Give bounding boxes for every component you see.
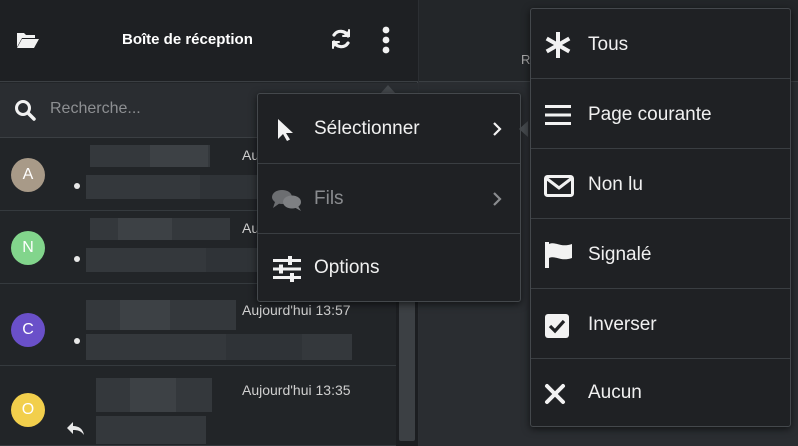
search-icon[interactable] xyxy=(14,99,36,126)
flag-icon xyxy=(544,241,574,274)
unread-indicator xyxy=(74,256,80,262)
redacted-subject xyxy=(86,334,352,360)
submenu-item-current-page[interactable]: Page courante xyxy=(531,79,790,149)
redacted-subject xyxy=(226,334,302,360)
menu-item-options[interactable]: Options xyxy=(258,234,520,302)
message-date: Aujourd'hui 13:57 xyxy=(242,302,351,318)
vertical-dots-icon[interactable] xyxy=(381,26,391,59)
submenu-item-all[interactable]: Tous xyxy=(531,9,790,79)
sliders-icon xyxy=(272,256,302,287)
reply-icon xyxy=(66,420,86,441)
submenu-pointer xyxy=(519,121,528,137)
submenu-item-label: Page courante xyxy=(588,104,712,125)
redacted-subject xyxy=(206,248,262,272)
menu-item-label: Sélectionner xyxy=(314,118,420,139)
submenu-item-flagged[interactable]: Signalé xyxy=(531,219,790,289)
redacted-subject xyxy=(200,175,260,199)
submenu-item-label: Inverser xyxy=(588,314,657,335)
comments-icon xyxy=(271,188,303,217)
list-lines-icon xyxy=(544,104,572,131)
submenu-item-invert[interactable]: Inverser xyxy=(531,289,790,359)
redacted-subject xyxy=(96,416,206,444)
refresh-icon[interactable] xyxy=(329,27,353,56)
redacted-sender xyxy=(118,218,172,240)
redacted-sender xyxy=(120,300,170,330)
checkbox-icon xyxy=(544,313,570,344)
chevron-right-icon xyxy=(492,121,502,142)
sender-avatar: A xyxy=(11,158,45,192)
message-row[interactable]: C Aujourd'hui 13:57 xyxy=(0,294,396,366)
menu-item-label: Options xyxy=(314,257,380,278)
preview-header-label: R xyxy=(521,52,531,67)
folder-open-icon[interactable] xyxy=(16,30,40,55)
submenu-item-label: Non lu xyxy=(588,174,643,195)
submenu-item-label: Tous xyxy=(588,34,629,55)
message-row[interactable]: O Aujourd'hui 13:35 xyxy=(0,374,396,446)
sender-avatar: N xyxy=(11,231,45,265)
menu-item-select[interactable]: Sélectionner xyxy=(258,94,520,164)
submenu-item-label: Aucun xyxy=(588,382,642,403)
message-date: Aujourd'hui 13:35 xyxy=(242,382,351,398)
submenu-item-none[interactable]: Aucun xyxy=(531,359,790,427)
list-options-menu: Sélectionner Fils Options xyxy=(257,93,521,302)
asterisk-icon xyxy=(544,31,572,64)
submenu-item-unread[interactable]: Non lu xyxy=(531,149,790,219)
search-input[interactable] xyxy=(50,95,250,123)
unread-indicator xyxy=(74,183,80,189)
times-icon xyxy=(544,383,566,410)
pointer-arrow-icon xyxy=(276,118,296,147)
envelope-icon xyxy=(544,175,574,202)
redacted-sender xyxy=(150,145,208,167)
chevron-right-icon xyxy=(492,191,502,212)
menu-item-threads: Fils xyxy=(258,164,520,234)
menu-item-label: Fils xyxy=(314,188,344,209)
select-submenu: Tous Page courante Non lu Signalé Invers… xyxy=(530,8,791,427)
message-date: Aujourd'hui 14:05 xyxy=(242,220,258,236)
folder-title: Boîte de réception xyxy=(122,31,253,48)
unread-indicator xyxy=(74,338,80,344)
list-header: Boîte de réception xyxy=(0,0,418,82)
sender-avatar: O xyxy=(11,393,45,427)
redacted-sender xyxy=(130,378,176,412)
sender-avatar: C xyxy=(11,313,45,347)
submenu-item-label: Signalé xyxy=(588,244,652,265)
